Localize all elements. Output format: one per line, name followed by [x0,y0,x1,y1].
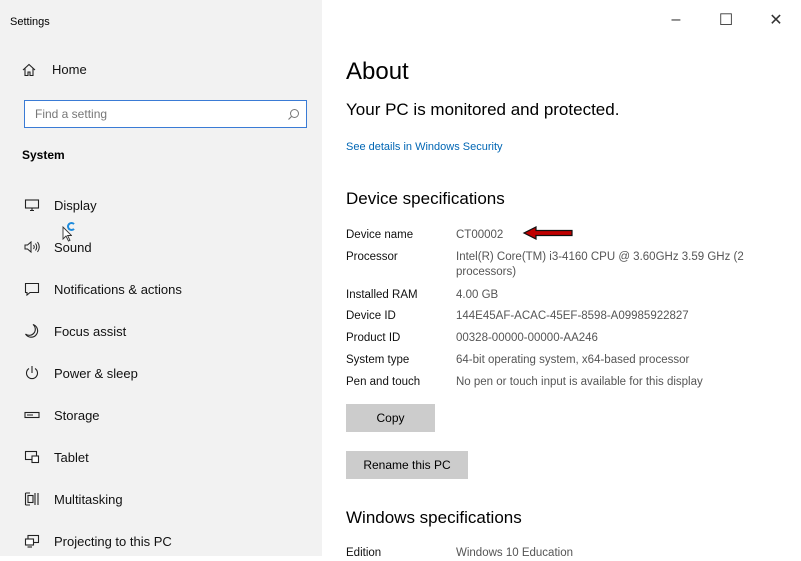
spec-label: Processor [346,251,398,263]
mouse-pointer-icon [62,225,73,247]
spec-value: No pen or touch input is available for t… [456,376,703,388]
power-icon [22,365,42,381]
spec-value: 00328-00000-00000-AA246 [456,332,598,344]
speaker-icon [22,240,42,254]
sidebar-item-power-sleep[interactable]: Power & sleep [0,353,322,393]
windows-specs-heading: Windows specifications [346,508,522,527]
sidebar-home[interactable]: Home [22,62,87,77]
search-box[interactable] [24,100,307,128]
spec-label: Product ID [346,332,401,344]
spec-row-product-id: Product ID 00328-00000-00000-AA246 [346,331,771,346]
display-icon [22,198,42,212]
spec-row-device-id: Device ID 144E45AF-ACAC-45EF-8598-A09985… [346,309,771,324]
sidebar-item-label: Projecting to this PC [54,533,172,549]
spec-label: Edition [346,547,382,556]
spec-label: Device name [346,229,414,241]
sidebar-item-label: Tablet [54,449,89,465]
rename-pc-button[interactable]: Rename this PC [346,451,468,479]
spec-row-pen-touch: Pen and touch No pen or touch input is a… [346,375,771,390]
protection-status: Your PC is monitored and protected. [346,100,620,119]
sidebar-item-tablet[interactable]: Tablet [0,437,322,477]
spec-value: Windows 10 Education [456,547,573,556]
window-controls: – ☐ ✕ [651,6,801,34]
sidebar-item-label: Notifications & actions [54,281,182,297]
sidebar-item-label: Sound [54,239,92,255]
home-icon [22,63,40,77]
multitasking-icon [22,492,42,506]
close-button[interactable]: ✕ [751,6,801,34]
page-title: About [346,58,409,85]
spec-row-edition: Edition Windows 10 Education [346,546,771,556]
sidebar-item-label: Storage [54,407,100,423]
maximize-button[interactable]: ☐ [701,6,751,34]
spec-label: Device ID [346,310,396,322]
section-title: System [22,148,65,162]
sidebar-item-label: Display [54,197,97,213]
device-specs-heading: Device specifications [346,189,505,208]
windows-security-link[interactable]: See details in Windows Security [346,141,503,153]
sidebar-item-sound[interactable]: Sound [0,227,322,267]
projecting-icon [22,534,42,548]
window-title: Settings [10,16,50,28]
copy-button[interactable]: Copy [346,404,435,432]
search-input[interactable] [25,107,280,121]
about-page: – ☐ ✕ About Your PC is monitored and pro… [322,0,801,556]
sidebar-item-label: Power & sleep [54,365,138,381]
spec-value: Intel(R) Core(TM) i3-4160 CPU @ 3.60GHz … [456,251,744,278]
search-icon[interactable] [280,108,306,121]
sidebar-item-focus-assist[interactable]: Focus assist [0,311,322,351]
spec-label: Installed RAM [346,289,418,301]
minimize-button[interactable]: – [651,6,701,34]
storage-icon [22,410,42,420]
sidebar-item-storage[interactable]: Storage [0,395,322,435]
spec-row-processor: Processor Intel(R) Core(TM) i3-4160 CPU … [346,250,771,280]
device-name-value: CT00002 [456,229,504,241]
spec-value: 64-bit operating system, x64-based proce… [456,354,690,366]
notification-icon [22,282,42,296]
spec-label: Pen and touch [346,376,421,388]
annotation-arrow-icon [522,226,573,240]
spec-value: 144E45AF-ACAC-45EF-8598-A09985922827 [456,310,689,322]
sidebar-item-notifications[interactable]: Notifications & actions [0,269,322,309]
spec-row-system-type: System type 64-bit operating system, x64… [346,353,771,368]
sidebar-item-multitasking[interactable]: Multitasking [0,479,322,519]
tablet-icon [22,450,42,464]
sidebar-item-label: Focus assist [54,323,127,339]
sidebar-item-display[interactable]: Display [0,185,322,225]
spec-value: 4.00 GB [456,289,499,301]
spec-label: System type [346,354,410,366]
spec-row-installed-ram: Installed RAM 4.00 GB [346,288,771,303]
sidebar-item-projecting[interactable]: Projecting to this PC [0,521,322,561]
home-label: Home [52,62,87,77]
sidebar-item-label: Multitasking [54,491,123,507]
moon-icon [22,323,42,339]
settings-sidebar: Settings Home System Display Sound Notif… [0,0,322,556]
